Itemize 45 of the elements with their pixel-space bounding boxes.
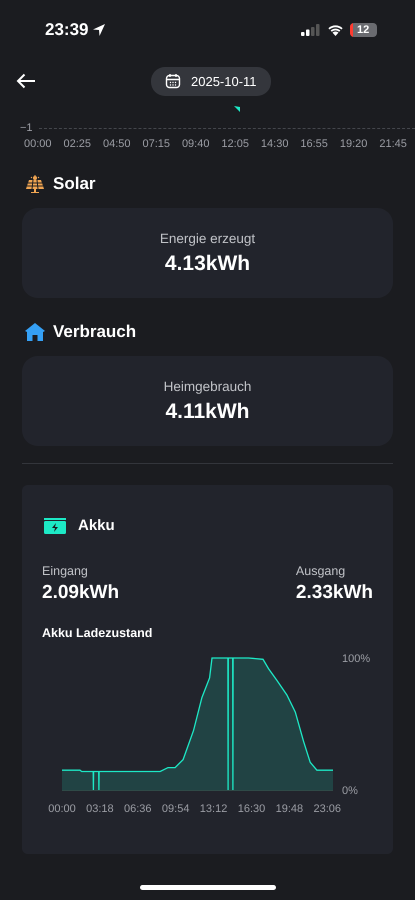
axis-label: 100% (342, 653, 370, 665)
section-title: Akku (78, 517, 115, 534)
stat-label: Energie erzeugt (160, 230, 256, 246)
chart-line (234, 106, 240, 112)
axis-label: −1 (20, 122, 33, 134)
location-arrow-icon (92, 23, 106, 37)
battery-icon (44, 518, 66, 534)
stat-label: Ausgang (296, 564, 346, 578)
back-button[interactable] (16, 73, 36, 89)
axis-label: 07:15 (142, 138, 170, 150)
axis-label: 19:48 (276, 803, 304, 815)
stat-value: 2.33kWh (296, 582, 373, 604)
section-title: Verbrauch (53, 322, 136, 342)
axis-label: 14:30 (260, 138, 288, 150)
axis-label: 06:36 (124, 803, 152, 815)
axis-label: 16:55 (300, 138, 328, 150)
axis-label: 21:45 (379, 138, 407, 150)
axis-label: 02:25 (63, 138, 92, 150)
stat-value: 2.09kWh (42, 582, 120, 604)
axis-label: 09:40 (182, 138, 210, 150)
axis-label: 09:54 (162, 803, 190, 815)
date-picker[interactable]: 2025-10-11 (151, 66, 271, 96)
axis-label: 12:05 (221, 138, 249, 150)
axis-label: 03:18 (86, 803, 114, 815)
axis-label: 16:30 (238, 803, 266, 815)
stat-value: 4.13kWh (164, 252, 250, 276)
calendar-icon (165, 73, 181, 89)
solar-panel-icon (25, 175, 45, 193)
axis-label: 0% (342, 785, 358, 797)
chart-title: Akku Ladezustand (42, 626, 154, 640)
section-title: Solar (53, 174, 96, 194)
house-icon (25, 323, 45, 341)
wifi-icon (327, 24, 344, 36)
axis-label: 13:12 (200, 803, 228, 815)
stat-value: 4.11kWh (165, 400, 250, 424)
axis-label: 00:00 (24, 138, 52, 150)
axis-label: 19:20 (340, 138, 368, 150)
axis-label: 23:06 (314, 803, 342, 815)
axis-label: 00:00 (48, 803, 76, 815)
stat-label: Eingang (42, 564, 89, 578)
stat-label: Heimgebrauch (164, 378, 252, 394)
signal-icon (301, 24, 321, 36)
battery-indicator: 12 (350, 23, 377, 37)
axis-label: 04:50 (102, 138, 130, 150)
status-time: 23:39 (45, 20, 88, 40)
